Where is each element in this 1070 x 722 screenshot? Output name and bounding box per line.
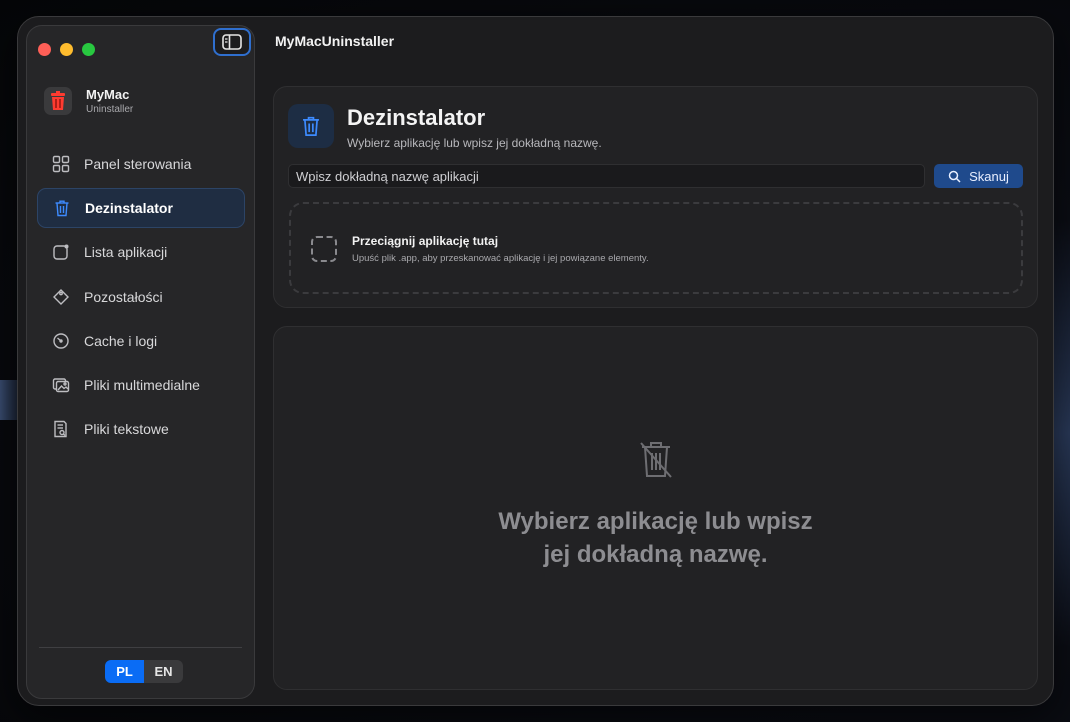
photos-icon: [52, 376, 70, 394]
sidebar-item-panel-sterowania[interactable]: Panel sterowania: [37, 144, 245, 184]
scan-button-label: Skanuj: [969, 168, 1009, 184]
trash-slash-icon: [638, 439, 674, 484]
sidebar-item-label: Pliki tekstowe: [84, 421, 169, 438]
scan-button[interactable]: Skanuj: [934, 164, 1023, 188]
sidebar-icon: [222, 34, 242, 50]
sidebar-divider: [39, 647, 242, 648]
tag-icon: [52, 288, 70, 306]
close-window-button[interactable]: [38, 43, 51, 56]
language-en-button[interactable]: EN: [144, 660, 183, 683]
brand: MyMac Uninstaller: [44, 87, 133, 115]
sidebar-item-label: Cache i logi: [84, 332, 158, 349]
document-search-icon: [52, 420, 70, 438]
page-title: Dezinstalator: [347, 105, 486, 130]
window-title: MyMacUninstaller: [275, 33, 395, 49]
sidebar-nav: Panel sterowania Dezinstalator Lista apl…: [37, 144, 245, 453]
empty-state-line: jej dokładną nazwę.: [543, 541, 768, 568]
results-panel: Wybierz aplikację lub wpisz jej dokładną…: [273, 326, 1038, 690]
language-pl-button[interactable]: PL: [105, 660, 144, 683]
sidebar-item-dezinstalator[interactable]: Dezinstalator: [37, 188, 245, 229]
empty-state-line: Wybierz aplikację lub wpisz: [498, 508, 813, 535]
sidebar-item-cache-i-logi[interactable]: Cache i logi: [37, 321, 245, 361]
empty-state-message: Wybierz aplikację lub wpisz jej dokładną…: [274, 505, 1037, 571]
language-switcher: PL EN: [105, 660, 183, 683]
drop-zone-subtitle: Upuść plik .app, aby przeskanować aplika…: [352, 253, 649, 264]
grid-icon: [52, 155, 70, 173]
sidebar: MyMac Uninstaller Panel sterowania Dezin…: [26, 25, 255, 699]
page-subtitle: Wybierz aplikację lub wpisz jej dokładną…: [347, 136, 602, 150]
search-icon: [948, 170, 961, 183]
sidebar-item-pliki-tekstowe[interactable]: Pliki tekstowe: [37, 409, 245, 449]
app-drop-zone[interactable]: Przeciągnij aplikację tutaj Upuść plik .…: [289, 202, 1023, 294]
app-badge-icon: [52, 243, 70, 261]
sidebar-item-label: Dezinstalator: [85, 200, 173, 217]
trash-icon: [53, 199, 71, 217]
app-logo-icon: [44, 87, 72, 115]
sidebar-item-label: Pozostałości: [84, 288, 163, 305]
app-name-input[interactable]: [288, 164, 925, 188]
brand-subtitle: Uninstaller: [86, 104, 134, 115]
zoom-window-button[interactable]: [82, 43, 95, 56]
sidebar-item-label: Panel sterowania: [84, 156, 192, 172]
gauge-icon: [52, 332, 70, 350]
sidebar-item-label: Pliki multimedialne: [84, 376, 200, 393]
window-controls: [38, 43, 95, 56]
sidebar-item-pozostalosci[interactable]: Pozostałości: [37, 277, 245, 317]
minimize-window-button[interactable]: [60, 43, 73, 56]
brand-name: MyMac: [86, 87, 130, 102]
drop-target-icon: [311, 236, 337, 262]
sidebar-item-pliki-multimedialne[interactable]: Pliki multimedialne: [37, 365, 245, 405]
uninstaller-card: Dezinstalator Wybierz aplikację lub wpis…: [273, 86, 1038, 308]
drop-zone-title: Przeciągnij aplikację tutaj: [352, 234, 499, 248]
app-window: MyMac Uninstaller Panel sterowania Dezin…: [17, 16, 1054, 706]
sidebar-toggle-button[interactable]: [213, 28, 251, 56]
trash-icon: [288, 104, 334, 148]
sidebar-item-lista-aplikacji[interactable]: Lista aplikacji: [37, 232, 245, 272]
sidebar-item-label: Lista aplikacji: [84, 244, 168, 261]
